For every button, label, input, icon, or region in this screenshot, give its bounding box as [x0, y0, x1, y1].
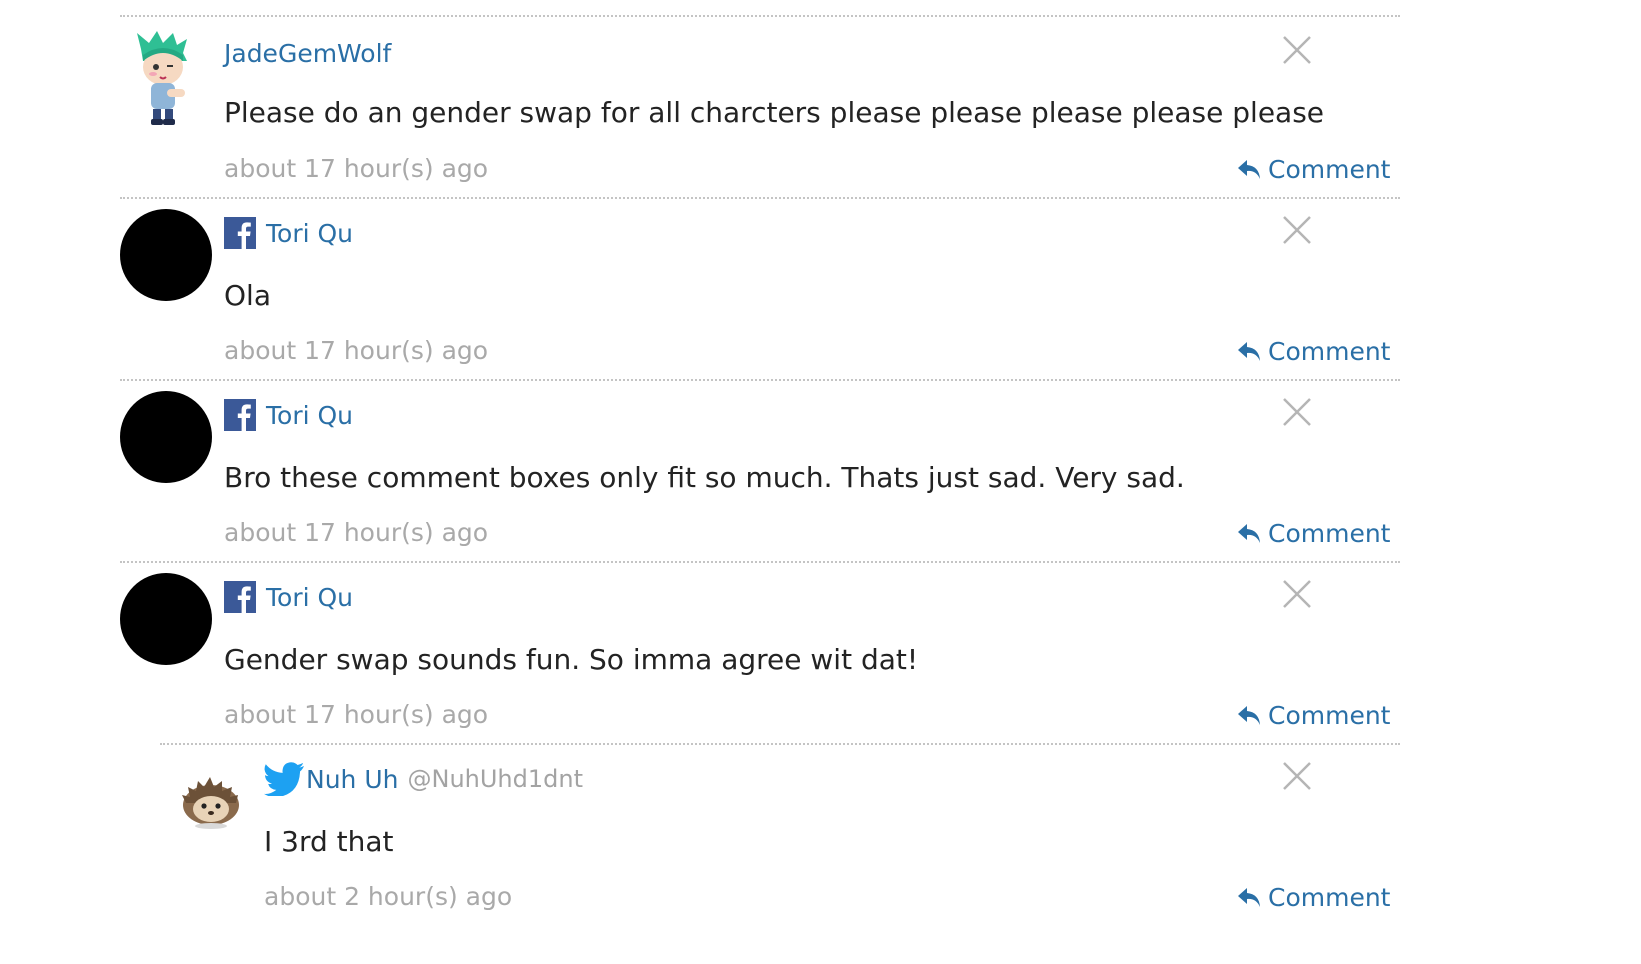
facebook-icon — [224, 399, 256, 431]
comment-reply-button[interactable]: Comment — [1236, 335, 1391, 367]
comment-author-row: Tori Qu — [224, 215, 353, 251]
comment-author-handle[interactable]: @NuhUhd1dnt — [407, 765, 583, 793]
comment-item: Tori Qu Bro these comment boxes only fit… — [120, 379, 1400, 562]
close-icon[interactable] — [1280, 395, 1314, 429]
comment-reply-label: Comment — [1268, 882, 1391, 912]
comment-author[interactable]: JadeGemWolf — [224, 39, 391, 68]
close-icon[interactable] — [1280, 213, 1314, 247]
close-icon[interactable] — [1280, 33, 1314, 67]
comment-text: Gender swap sounds fun. So imma agree wi… — [224, 643, 919, 676]
close-icon[interactable] — [1280, 577, 1314, 611]
comment-timestamp: about 17 hour(s) ago — [224, 336, 489, 365]
facebook-icon — [224, 217, 256, 249]
comment-timestamp: about 17 hour(s) ago — [224, 518, 489, 547]
avatar[interactable] — [120, 391, 212, 483]
reply-arrow-icon — [1238, 160, 1260, 179]
comment-reply-label: Comment — [1268, 518, 1391, 548]
comment-item: Tori Qu Ola about 17 hour(s) ago Comment — [120, 197, 1400, 380]
comment-author[interactable]: Tori Qu — [266, 401, 353, 430]
comment-reply-label: Comment — [1268, 336, 1391, 366]
reply-arrow-icon — [1238, 342, 1260, 361]
avatar[interactable] — [133, 31, 195, 127]
comment-author-row: Tori Qu — [224, 579, 353, 615]
anime-character-icon — [137, 31, 187, 125]
comment-text: Ola — [224, 279, 271, 312]
reply-arrow-icon — [1238, 524, 1260, 543]
reply-arrow-icon — [1238, 888, 1260, 907]
comment-text: Bro these comment boxes only fit so much… — [224, 461, 1185, 494]
comment-reply-label: Comment — [1268, 154, 1391, 184]
comment-item: JadeGemWolf Please do an gender swap for… — [120, 15, 1400, 198]
comment-author-row: Nuh Uh @NuhUhd1dnt — [264, 761, 583, 797]
hedgehog-icon — [182, 777, 239, 829]
comment-reply-button[interactable]: Comment — [1236, 699, 1391, 731]
avatar[interactable] — [180, 769, 242, 831]
comment-author[interactable]: Nuh Uh — [306, 765, 398, 794]
comment-author[interactable]: Tori Qu — [266, 219, 353, 248]
comment-reply-label: Comment — [1268, 700, 1391, 730]
twitter-icon — [264, 762, 304, 796]
facebook-icon — [224, 581, 256, 613]
comment-author-row: JadeGemWolf — [224, 35, 391, 71]
comment-text: Please do an gender swap for all charcte… — [224, 96, 1325, 129]
comment-thread: JadeGemWolf Please do an gender swap for… — [0, 0, 1641, 964]
comment-timestamp: about 17 hour(s) ago — [224, 154, 489, 183]
comment-author[interactable]: Tori Qu — [266, 583, 353, 612]
comment-reply-button[interactable]: Comment — [1236, 153, 1391, 185]
reply-arrow-icon — [1238, 706, 1260, 725]
comment-reply-button[interactable]: Comment — [1236, 881, 1391, 913]
close-icon[interactable] — [1280, 759, 1314, 793]
comment-item: Tori Qu Gender swap sounds fun. So imma … — [120, 561, 1400, 744]
comment-text: I 3rd that — [264, 825, 394, 858]
comment-timestamp: about 2 hour(s) ago — [264, 882, 513, 911]
avatar[interactable] — [120, 573, 212, 665]
comment-timestamp: about 17 hour(s) ago — [224, 700, 489, 729]
reply-comment-item: Nuh Uh @NuhUhd1dnt I 3rd that about 2 ho… — [160, 743, 1400, 964]
avatar[interactable] — [120, 209, 212, 301]
comment-reply-button[interactable]: Comment — [1236, 517, 1391, 549]
comment-author-row: Tori Qu — [224, 397, 353, 433]
